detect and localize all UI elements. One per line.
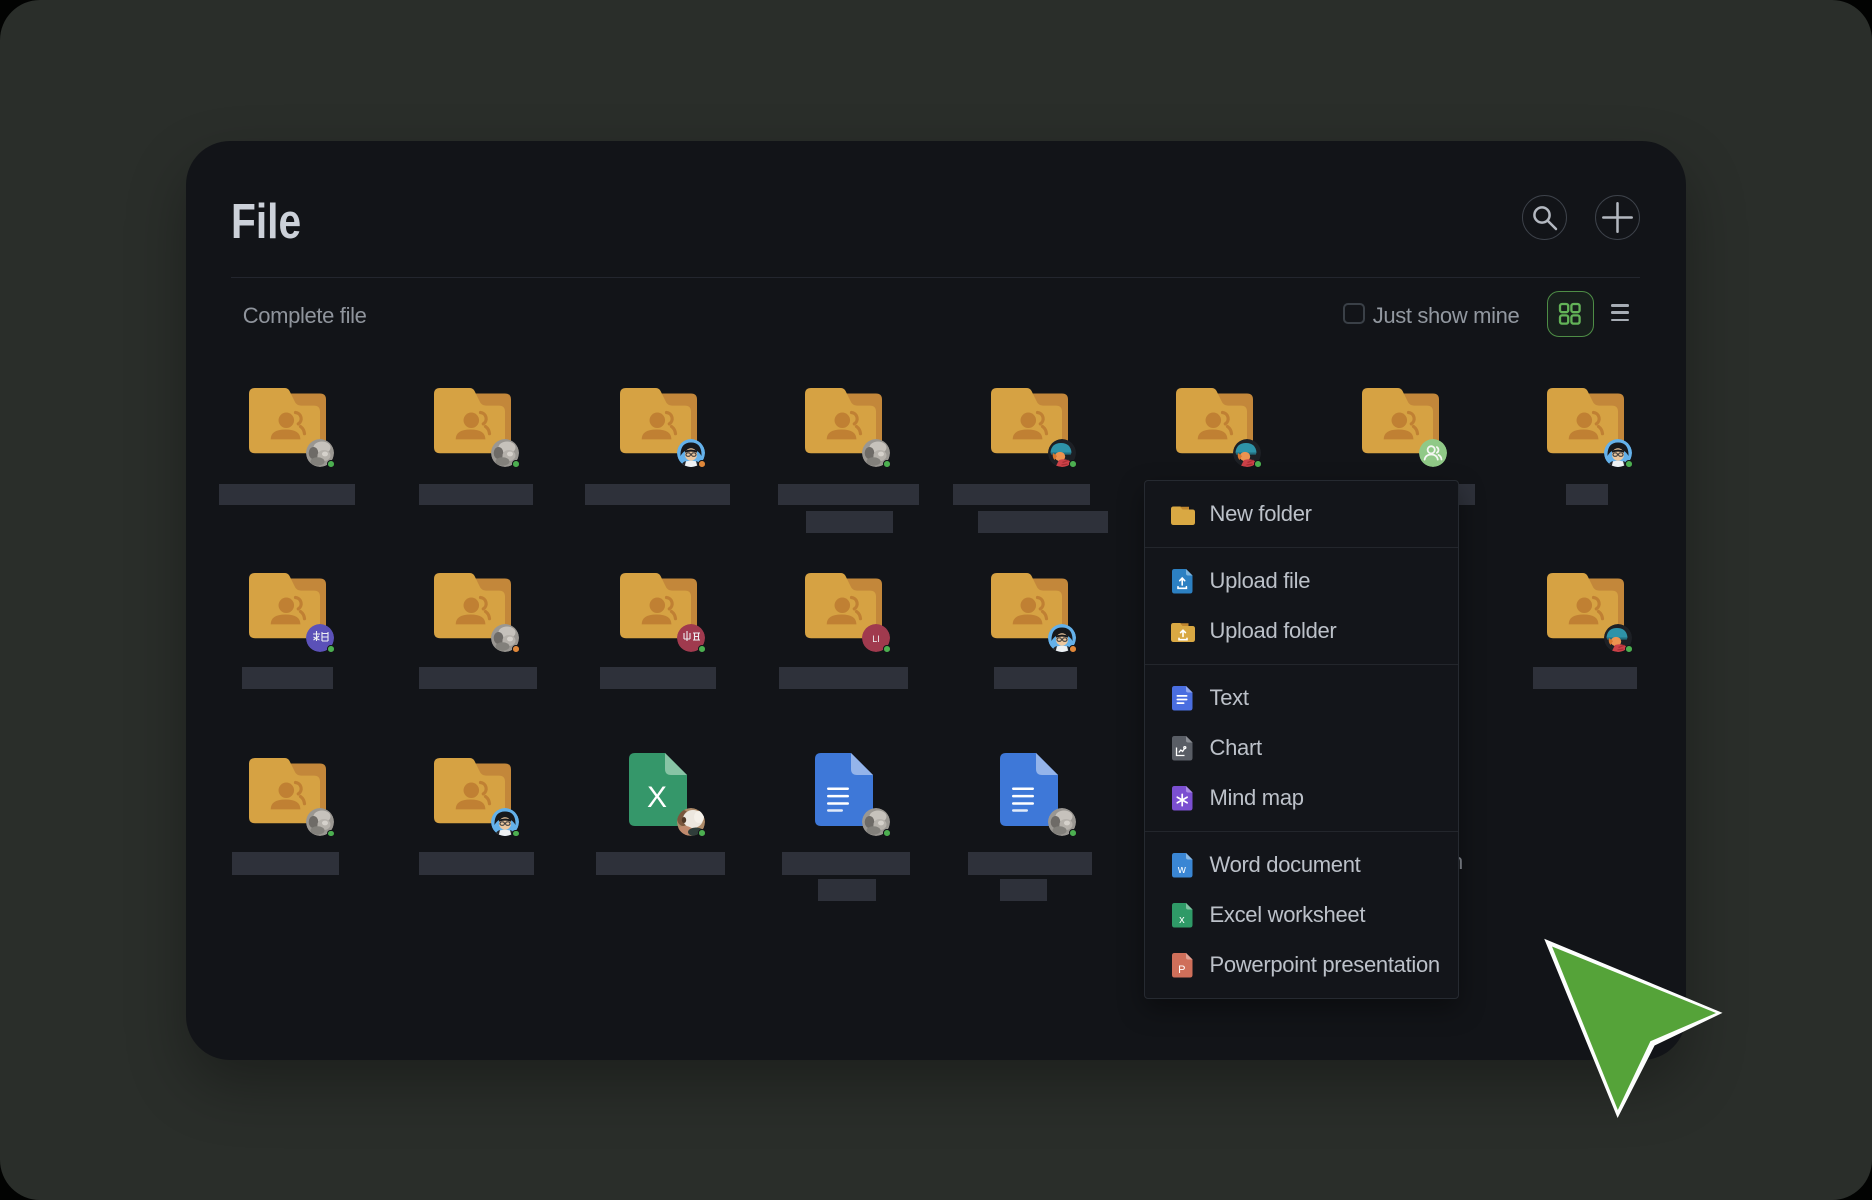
svg-text:LI: LI xyxy=(872,634,880,644)
